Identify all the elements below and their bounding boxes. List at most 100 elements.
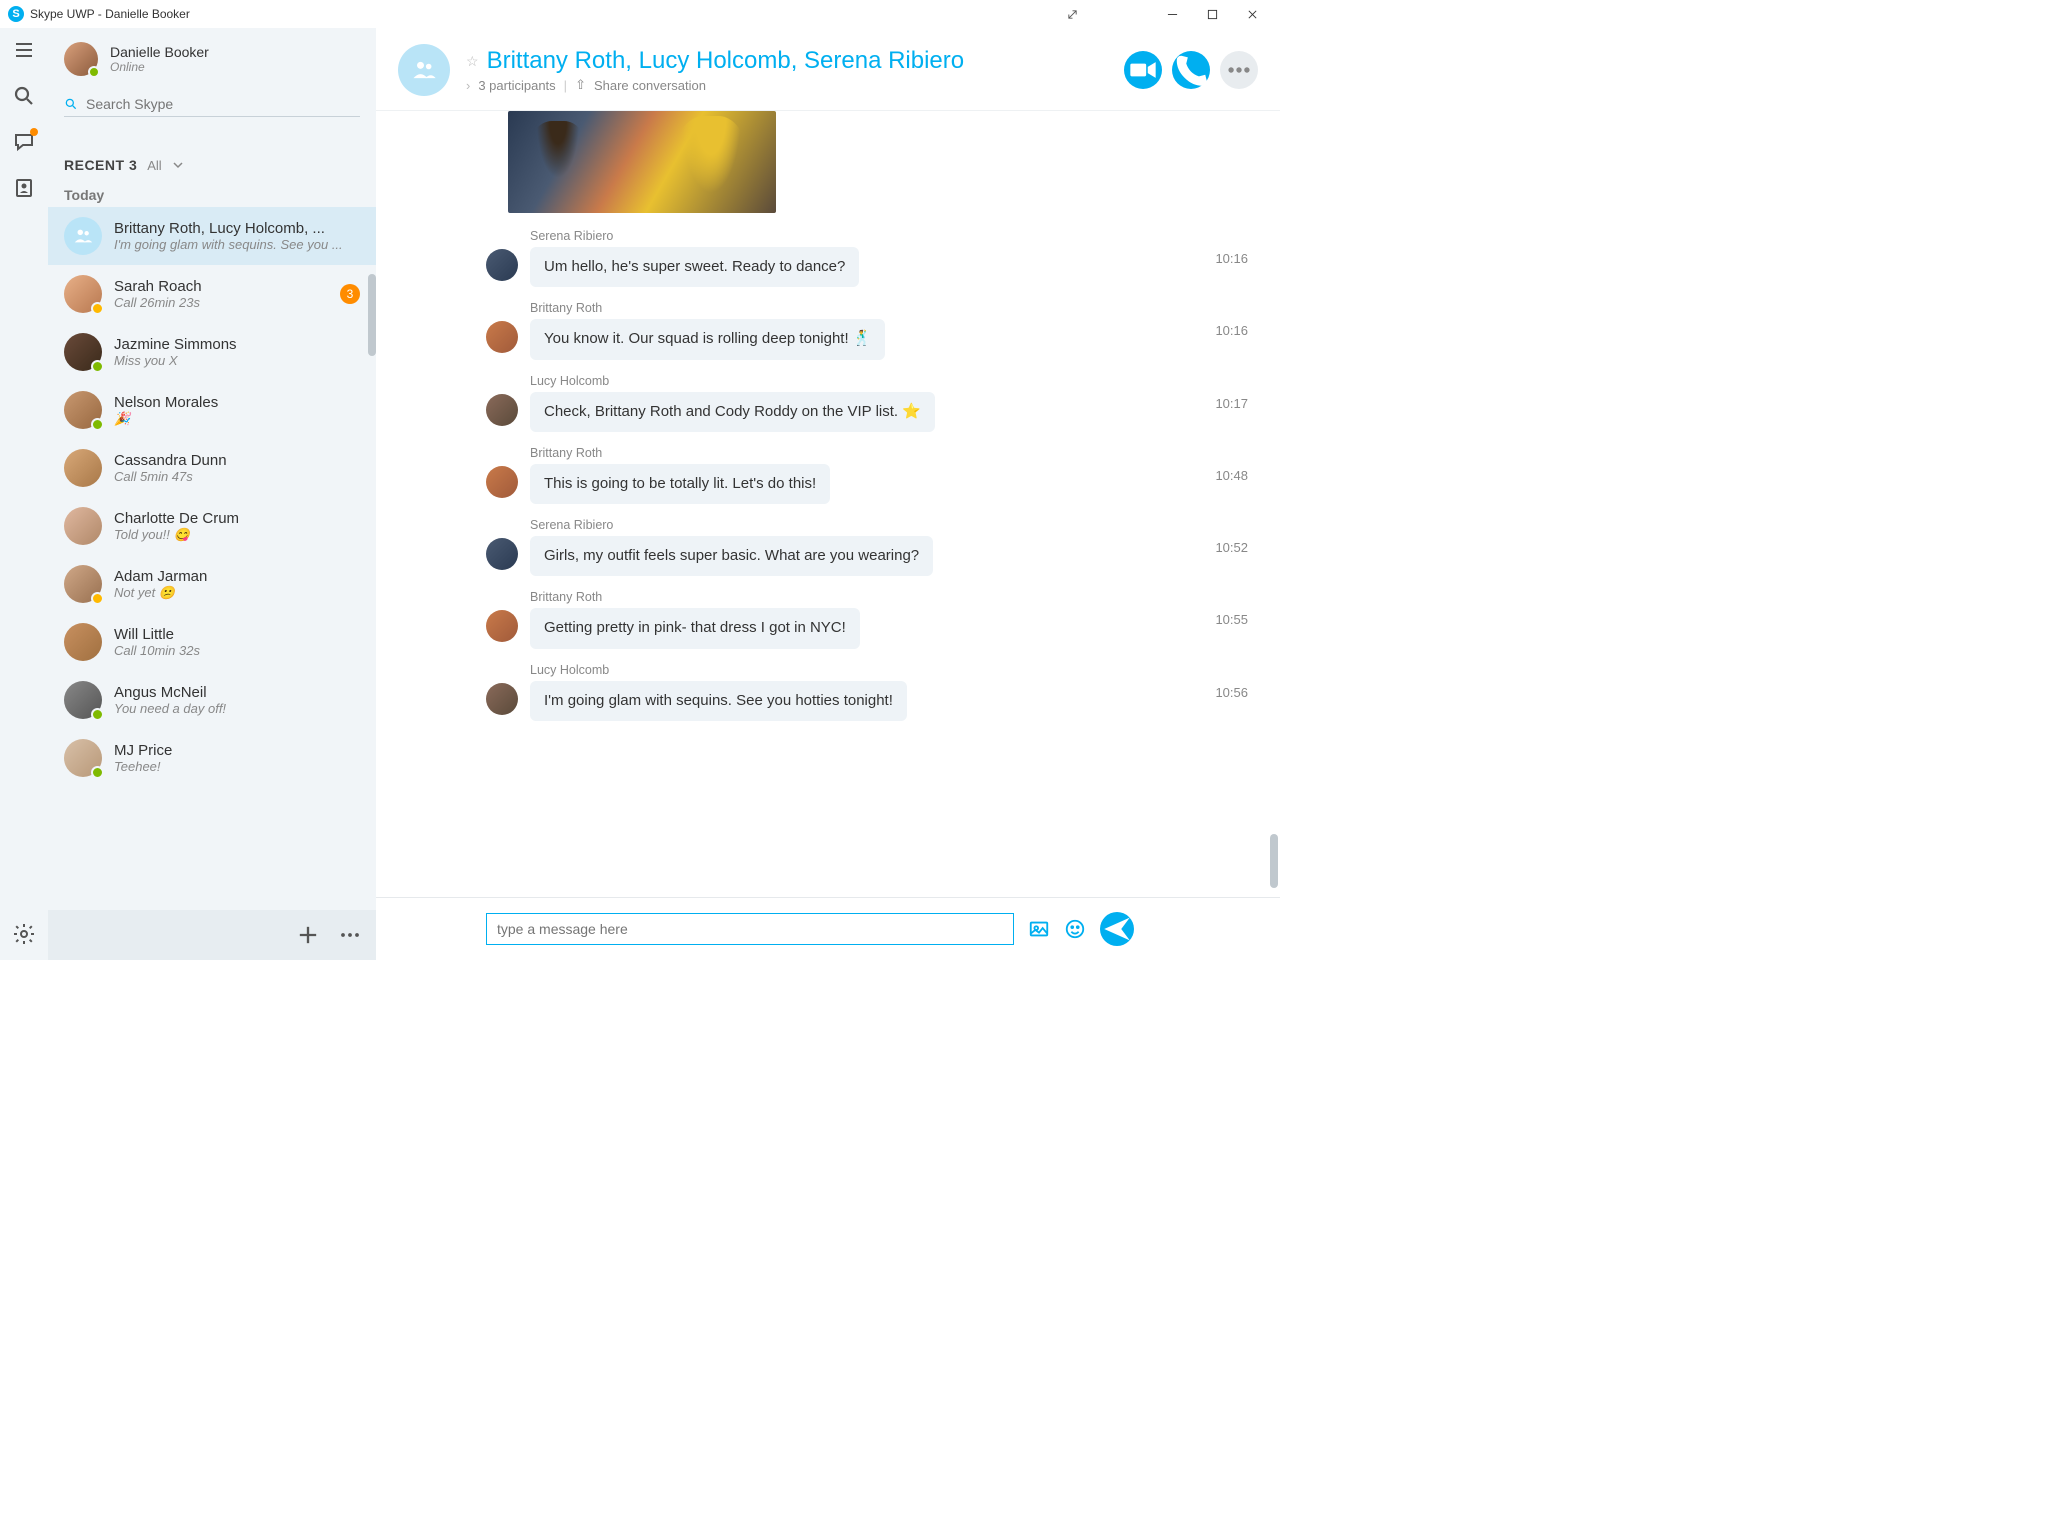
conversation-title: Adam Jarman <box>114 568 360 585</box>
message-sender: Brittany Roth <box>530 301 1252 315</box>
message-time: 10:48 <box>1215 468 1248 483</box>
message-list: Serena RibieroUm hello, he's super sweet… <box>376 111 1280 897</box>
message-input-wrapper[interactable] <box>486 913 1014 945</box>
contact-avatar <box>64 623 102 661</box>
message-group: Serena Ribiero Girls, my outfit feels sup… <box>486 518 1252 576</box>
window-title: Skype UWP - Danielle Booker <box>30 7 190 21</box>
chat-title: Brittany Roth, Lucy Holcomb, Serena Ribi… <box>487 47 965 75</box>
chat-nav-icon[interactable] <box>12 130 36 154</box>
contacts-nav-icon[interactable] <box>12 176 36 200</box>
message-avatar <box>486 538 518 570</box>
message-avatar <box>486 394 518 426</box>
conversation-subtitle: Miss you X <box>114 353 360 368</box>
message-group: Brittany Roth You know it. Our squad is r… <box>486 301 1252 359</box>
message-sender: Serena Ribiero <box>530 518 1252 532</box>
conversation-title: Angus McNeil <box>114 684 360 701</box>
profile-status: Online <box>110 60 209 74</box>
search-icon <box>64 97 78 111</box>
conversation-item[interactable]: Charlotte De CrumTold you!! 😋 <box>48 497 376 555</box>
conversation-title: Charlotte De Crum <box>114 510 360 527</box>
message-time: 10:56 <box>1215 685 1248 700</box>
contact-avatar <box>64 507 102 545</box>
conversation-item[interactable]: Nelson Morales🎉 <box>48 381 376 439</box>
left-nav <box>0 28 48 960</box>
chevron-right-icon[interactable]: › <box>466 78 470 93</box>
close-button[interactable] <box>1232 0 1272 28</box>
conversation-item[interactable]: Will LittleCall 10min 32s <box>48 613 376 671</box>
message-input[interactable] <box>497 921 1003 937</box>
conversation-title: Sarah Roach <box>114 278 328 295</box>
conversation-item[interactable]: Brittany Roth, Lucy Holcomb, ...I'm goin… <box>48 207 376 265</box>
participant-count[interactable]: 3 participants <box>478 78 555 93</box>
chat-scrollbar[interactable] <box>1270 834 1278 888</box>
message-avatar <box>486 683 518 715</box>
expand-icon[interactable] <box>1052 0 1092 28</box>
conversation-subtitle: Not yet 😕 <box>114 585 360 601</box>
search-nav-icon[interactable] <box>12 84 36 108</box>
video-call-button[interactable] <box>1124 51 1162 89</box>
message-group: Lucy Holcomb Check, Brittany Roth and Cod… <box>486 374 1252 432</box>
conversation-list: Brittany Roth, Lucy Holcomb, ...I'm goin… <box>48 207 376 910</box>
message-avatar <box>486 249 518 281</box>
conversation-title: Cassandra Dunn <box>114 452 360 469</box>
presence-icon <box>91 418 104 431</box>
chat-pane: ☆ Brittany Roth, Lucy Holcomb, Serena Ri… <box>376 28 1280 960</box>
conversation-item[interactable]: Cassandra DunnCall 5min 47s <box>48 439 376 497</box>
audio-call-button[interactable] <box>1172 51 1210 89</box>
unread-badge: 3 <box>340 284 360 304</box>
profile-block[interactable]: Danielle Booker Online <box>48 28 376 82</box>
message-time: 10:55 <box>1215 612 1248 627</box>
message-time: 10:16 <box>1215 251 1248 266</box>
settings-icon[interactable] <box>12 922 36 946</box>
message-time: 10:16 <box>1215 323 1248 338</box>
presence-icon <box>91 360 104 373</box>
presence-icon <box>91 766 104 779</box>
composer <box>376 897 1280 960</box>
message-avatar <box>486 321 518 353</box>
presence-icon <box>91 592 104 605</box>
message-sender: Brittany Roth <box>530 590 1252 604</box>
recent-header: RECENT 3 All <box>48 131 376 179</box>
hamburger-icon[interactable] <box>12 38 36 62</box>
profile-name: Danielle Booker <box>110 44 209 60</box>
maximize-button[interactable] <box>1192 0 1232 28</box>
sidebar-scrollbar[interactable] <box>368 274 376 356</box>
message-sender: Lucy Holcomb <box>530 663 1252 677</box>
message-bubble: You know it. Our squad is rolling deep t… <box>530 319 885 359</box>
contact-avatar <box>64 681 102 719</box>
attach-image-button[interactable] <box>1028 918 1050 940</box>
more-options-button[interactable] <box>336 921 364 949</box>
emoji-button[interactable] <box>1064 918 1086 940</box>
shared-image[interactable] <box>508 111 776 213</box>
sidebar: Danielle Booker Online RECENT 3 All Toda… <box>48 28 376 960</box>
new-conversation-button[interactable] <box>294 921 322 949</box>
chat-more-button[interactable] <box>1220 51 1258 89</box>
favorite-star-icon[interactable]: ☆ <box>466 53 479 70</box>
conversation-subtitle: Call 10min 32s <box>114 643 360 658</box>
recent-filter[interactable]: All <box>147 158 161 173</box>
group-avatar-icon <box>64 217 102 255</box>
message-bubble: This is going to be totally lit. Let's d… <box>530 464 830 504</box>
message-sender: Brittany Roth <box>530 446 1252 460</box>
share-icon: ⇧ <box>575 77 586 93</box>
search-box[interactable] <box>64 92 360 117</box>
send-button[interactable] <box>1100 912 1134 946</box>
conversation-item[interactable]: MJ PriceTeehee! <box>48 729 376 787</box>
profile-avatar <box>64 42 98 76</box>
message-bubble: Girls, my outfit feels super basic. What… <box>530 536 933 576</box>
share-conversation-link[interactable]: Share conversation <box>594 78 706 93</box>
message-bubble: Check, Brittany Roth and Cody Roddy on t… <box>530 392 935 432</box>
minimize-button[interactable] <box>1152 0 1192 28</box>
chevron-down-icon[interactable] <box>172 159 184 171</box>
conversation-item[interactable]: Jazmine SimmonsMiss you X <box>48 323 376 381</box>
conversation-item[interactable]: Adam JarmanNot yet 😕 <box>48 555 376 613</box>
conversation-item[interactable]: Sarah RoachCall 26min 23s 3 <box>48 265 376 323</box>
message-sender: Lucy Holcomb <box>530 374 1252 388</box>
conversation-subtitle: Call 5min 47s <box>114 469 360 484</box>
message-bubble: I'm going glam with sequins. See you hot… <box>530 681 907 721</box>
conversation-item[interactable]: Angus McNeilYou need a day off! <box>48 671 376 729</box>
message-group: Serena RibieroUm hello, he's super sweet… <box>486 229 1252 287</box>
message-sender: Serena Ribiero <box>530 229 1252 243</box>
search-input[interactable] <box>86 96 360 112</box>
conversation-subtitle: Call 26min 23s <box>114 295 328 310</box>
